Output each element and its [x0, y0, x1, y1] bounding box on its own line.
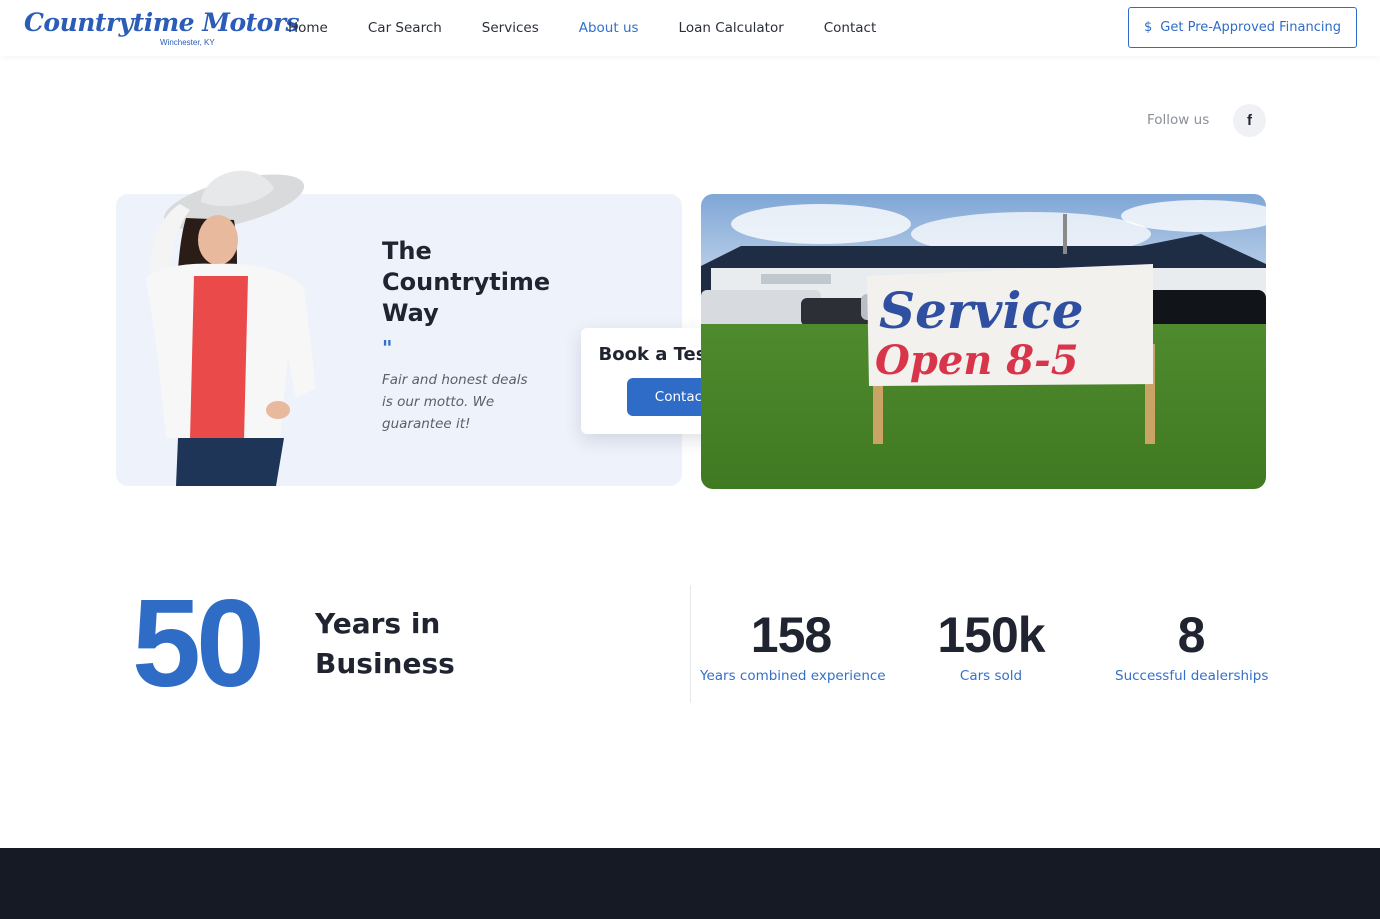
sign-service-text: Service [879, 281, 1084, 340]
stat-cars-sold: 150k Cars sold [921, 604, 1061, 684]
service-sign-photo: Service Open 8-5 [701, 194, 1266, 489]
nav-about-us[interactable]: About us [579, 20, 639, 36]
logo-text: Countrytime Motors [24, 8, 300, 37]
site-logo[interactable]: Countrytime Motors Winchester, KY [22, 6, 300, 50]
nav-loan-calculator[interactable]: Loan Calculator [679, 20, 784, 36]
logo-location: Winchester, KY [160, 38, 215, 47]
site-footer [0, 848, 1380, 919]
hero-motto: Fair and honest deals is our motto. We g… [382, 372, 528, 432]
nav-contact[interactable]: Contact [824, 20, 877, 36]
stat-value: 150k [937, 607, 1045, 663]
stat-value: 158 [750, 607, 832, 663]
stat-label: Successful dealerships [1115, 668, 1269, 684]
stats-divider [690, 585, 691, 703]
cta-label: Get Pre-Approved Financing [1160, 20, 1341, 35]
stat-label: Years combined experience [700, 668, 886, 684]
nav-car-search[interactable]: Car Search [368, 20, 442, 36]
stat-value: 8 [1177, 607, 1206, 663]
quote-icon: " [382, 336, 393, 360]
site-header: Countrytime Motors Winchester, KY Home C… [0, 0, 1380, 56]
years-label: Years in Business [315, 607, 455, 680]
sign-hours-text: Open 8-5 [875, 337, 1079, 384]
dollar-icon: $ [1144, 20, 1153, 35]
main-nav: Home Car Search Services About us Loan C… [288, 0, 916, 56]
facebook-icon[interactable]: f [1233, 104, 1266, 137]
follow-us-label: Follow us [1147, 112, 1210, 128]
stat-label: Cars sold [959, 668, 1023, 684]
stat-experience: 158 Years combined experience [700, 604, 886, 684]
nav-home[interactable]: Home [288, 20, 328, 36]
years-number: 50 [132, 575, 265, 713]
hero-headline: The Countrytime Way [382, 237, 551, 327]
spokeswoman-image [146, 170, 316, 486]
nav-services[interactable]: Services [482, 20, 539, 36]
stat-dealerships: 8 Successful dealerships [1115, 604, 1269, 684]
pre-approved-financing-button[interactable]: $ Get Pre-Approved Financing [1128, 7, 1357, 48]
